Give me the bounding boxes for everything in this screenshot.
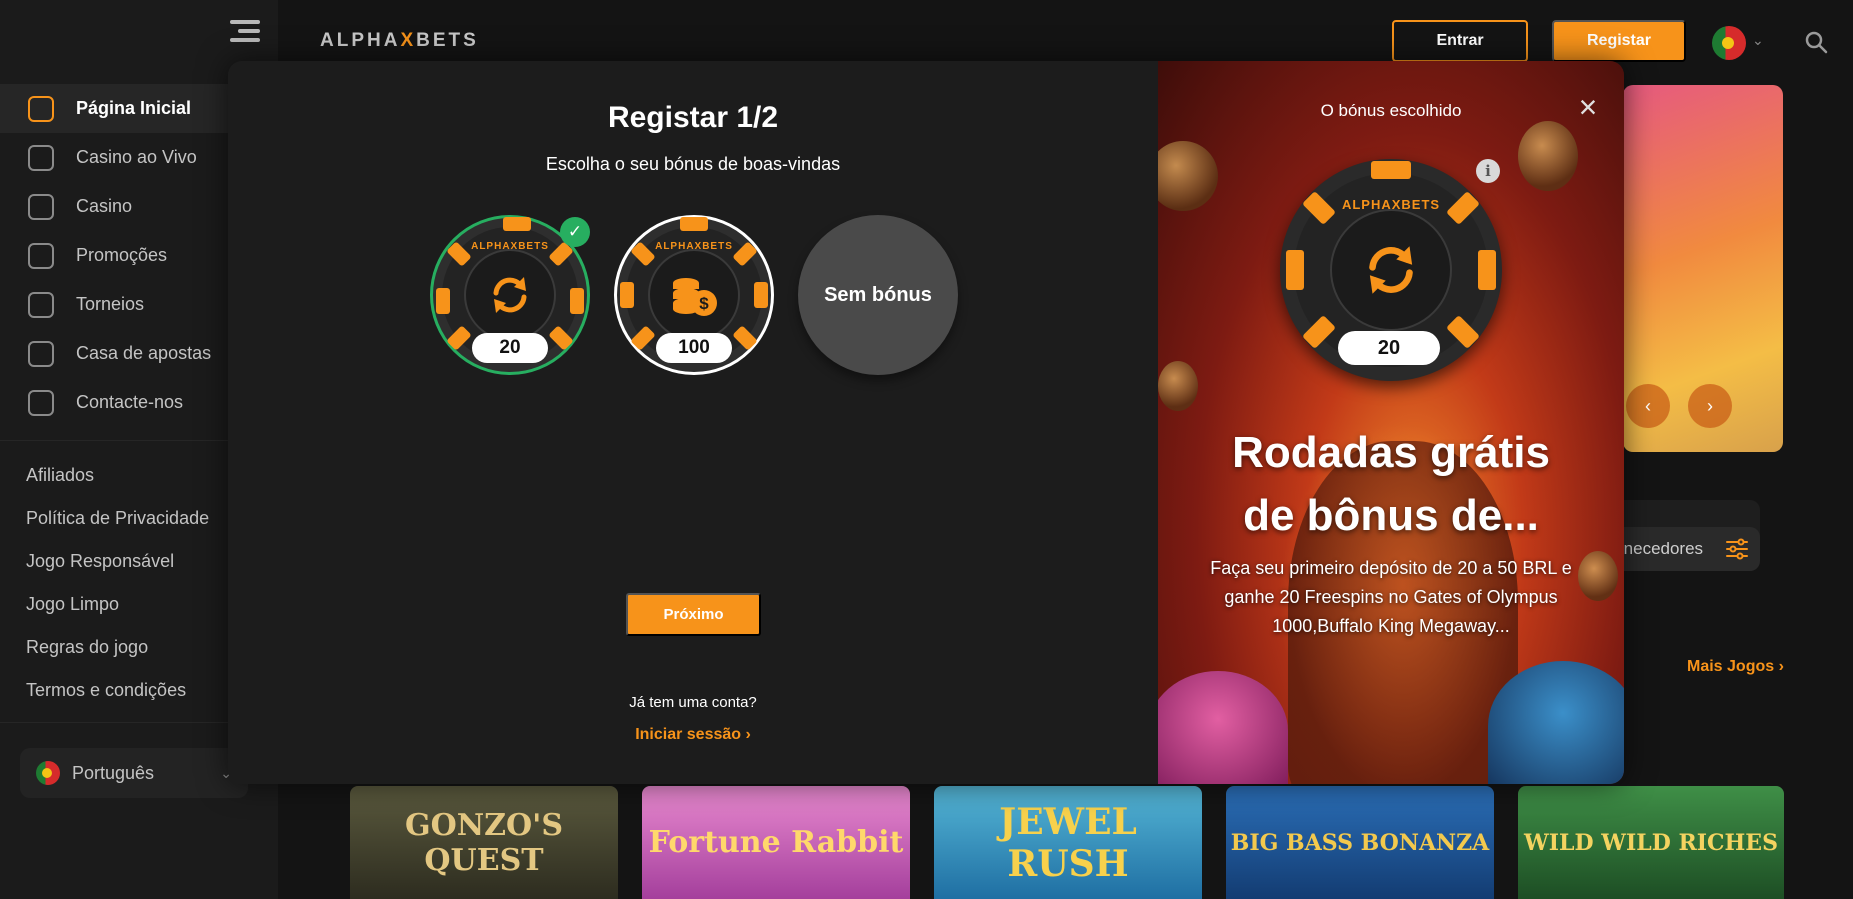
close-icon[interactable]: × bbox=[1572, 89, 1604, 125]
sidebar-link[interactable]: Política de Privacidade bbox=[26, 502, 209, 545]
game-tile-jewel-rush[interactable]: JEWEL RUSH bbox=[934, 786, 1202, 899]
bonus-heading: Rodadas grátis de bônus de... bbox=[1158, 421, 1624, 547]
next-button[interactable]: Próximo bbox=[626, 593, 761, 636]
sidebar-item-label: Torneios bbox=[76, 294, 145, 314]
home-icon bbox=[28, 95, 54, 122]
game-title: Fortune Rabbit bbox=[648, 825, 904, 860]
alphaxbets-logo[interactable]: ALPHAXBETS bbox=[320, 30, 479, 52]
chip-brand-text: ALPHAXBETS bbox=[655, 241, 733, 252]
sidebar-item-label: Página Inicial bbox=[76, 98, 192, 118]
no-bonus-label: Sem bónus bbox=[824, 283, 932, 306]
chevron-down-icon[interactable]: ⌄ bbox=[1752, 32, 1764, 49]
live-casino-icon bbox=[28, 144, 54, 171]
search-icon[interactable] bbox=[1804, 30, 1828, 54]
selected-check-icon: ✓ bbox=[560, 217, 590, 247]
game-tile-gonzos-quest[interactable]: GONZO'S QUEST bbox=[350, 786, 618, 899]
portugal-flag-icon bbox=[1712, 26, 1746, 60]
sidebar-link[interactable]: Termos e condições bbox=[26, 674, 209, 717]
game-tile-big-bass[interactable]: BIG BASS BONANZA bbox=[1226, 786, 1494, 899]
chat-icon bbox=[28, 389, 54, 416]
bonus-option-deposit[interactable]: ALPHAXBETS $ 100 bbox=[614, 215, 774, 375]
coin-artwork bbox=[1578, 551, 1618, 601]
chosen-bonus-chip: ALPHAXBETS 20 bbox=[1280, 159, 1502, 381]
game-title: JEWEL RUSH bbox=[999, 800, 1137, 885]
coin-artwork bbox=[1158, 361, 1198, 411]
chip-notch bbox=[503, 217, 531, 231]
login-link[interactable]: Iniciar sessão › bbox=[228, 726, 1158, 744]
chip-notch bbox=[754, 282, 768, 308]
svg-text:$: $ bbox=[699, 294, 709, 313]
modal-title: Registar 1/2 bbox=[607, 101, 779, 134]
bonus-description: Faça seu primeiro depósito de 20 a 50 BR… bbox=[1210, 558, 1572, 636]
game-tile-fortune-rabbit[interactable]: Fortune Rabbit bbox=[642, 786, 910, 899]
chip-notch bbox=[1371, 161, 1411, 179]
coins-dollar-icon: $ bbox=[666, 267, 722, 323]
logo-text-right: BETS bbox=[416, 30, 479, 51]
chevron-left-icon[interactable]: ‹ bbox=[1626, 384, 1670, 428]
chip-notch bbox=[1478, 250, 1496, 290]
sidebar-link[interactable]: Regras do jogo bbox=[26, 631, 209, 674]
no-bonus-option[interactable]: Sem bónus bbox=[798, 215, 958, 375]
refresh-icon bbox=[1354, 233, 1428, 307]
game-title: GONZO'S QUEST bbox=[404, 807, 564, 878]
language-select[interactable]: Português ⌄ bbox=[20, 748, 248, 798]
register-modal: Registar 1/2 Escolha o seu bónus de boas… bbox=[228, 61, 1624, 784]
bonus-value-label: 100 bbox=[656, 333, 732, 363]
chip-notch bbox=[1286, 250, 1304, 290]
chosen-bonus-value: 20 bbox=[1338, 331, 1440, 365]
trophy-icon bbox=[28, 291, 54, 318]
coin-artwork bbox=[1518, 121, 1578, 191]
chevron-right-icon[interactable]: › bbox=[1688, 384, 1732, 428]
logo-text-left: ALPHA bbox=[320, 30, 401, 51]
login-link-label: Iniciar sessão bbox=[635, 726, 742, 743]
sidebar-link[interactable]: Jogo Limpo bbox=[26, 588, 209, 631]
chip-notch bbox=[570, 288, 584, 314]
chosen-bonus-label: O bónus escolhido bbox=[1320, 101, 1462, 120]
more-games-label: Mais Jogos bbox=[1687, 658, 1775, 675]
sports-ball-icon bbox=[28, 340, 54, 367]
providers-label: rnecedores bbox=[1618, 539, 1704, 558]
sidebar-item-label: Promoções bbox=[76, 245, 168, 265]
frog-artwork bbox=[1158, 671, 1288, 784]
register-button[interactable]: Registar bbox=[1552, 20, 1686, 62]
sidebar-item-label: Contacte-nos bbox=[76, 392, 184, 412]
language-switcher[interactable] bbox=[1712, 26, 1746, 60]
chip-brand-text: ALPHAXBETS bbox=[1341, 197, 1441, 212]
sidebar-item-label: Casino bbox=[76, 196, 133, 216]
coin-artwork bbox=[1158, 141, 1218, 211]
sidebar-link[interactable]: Jogo Responsável bbox=[26, 545, 209, 588]
login-button[interactable]: Entrar bbox=[1392, 20, 1528, 62]
info-icon[interactable]: i bbox=[1476, 159, 1500, 183]
collapse-sidebar-icon[interactable] bbox=[222, 18, 262, 44]
chosen-bonus-panel: O bónus escolhido × ALPHAXBETS 20 i Roda… bbox=[1158, 61, 1624, 784]
logo-text-x: X bbox=[400, 30, 417, 51]
chip-notch bbox=[680, 217, 708, 231]
sidebar-links: Afiliados Política de Privacidade Jogo Res… bbox=[26, 459, 209, 717]
more-games-link[interactable]: Mais Jogos › bbox=[1687, 658, 1784, 676]
portugal-flag-icon bbox=[36, 761, 60, 785]
refresh-icon bbox=[482, 267, 538, 323]
bonus-value-label: 20 bbox=[472, 333, 548, 363]
bonus-heading-line: Rodadas grátis bbox=[1232, 428, 1550, 477]
game-tile-wild-wild-riches[interactable]: WILD WILD RICHES bbox=[1518, 786, 1784, 899]
gift-icon bbox=[28, 242, 54, 269]
providers-filter-button[interactable]: rnecedores bbox=[1600, 527, 1760, 571]
bonus-selection-panel: Registar 1/2 Escolha o seu bónus de boas… bbox=[228, 61, 1158, 784]
modal-subtitle: Escolha o seu bónus de boas-vindas bbox=[545, 154, 841, 174]
bonus-option-freespins[interactable]: ALPHAXBETS 20 ✓ bbox=[430, 215, 590, 375]
game-title: WILD WILD RICHES bbox=[1524, 829, 1778, 856]
game-title: BIG BASS BONANZA bbox=[1230, 829, 1490, 856]
chip-notch bbox=[436, 288, 450, 314]
have-account-text: Já tem uma conta? bbox=[629, 694, 757, 711]
sidebar-item-label: Casino ao Vivo bbox=[76, 147, 197, 167]
language-label: Português bbox=[72, 762, 155, 783]
chip-notch bbox=[620, 282, 634, 308]
sidebar-link[interactable]: Afiliados bbox=[26, 459, 209, 502]
chevron-right-icon: › bbox=[745, 726, 751, 743]
slot-machine-icon bbox=[28, 193, 54, 220]
sidebar-item-label: Casa de apostas bbox=[76, 343, 212, 363]
sliders-icon bbox=[1726, 538, 1749, 560]
bonus-heading-line: de bônus de... bbox=[1243, 491, 1539, 540]
